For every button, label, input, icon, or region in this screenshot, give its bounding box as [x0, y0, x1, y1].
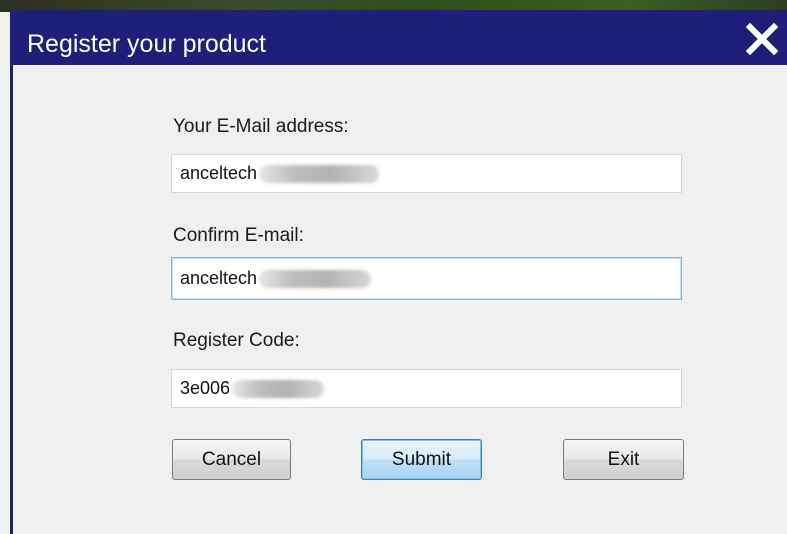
email-value: anceltech — [180, 163, 258, 183]
email-field[interactable]: anceltech — [171, 154, 682, 193]
email-label: Your E-Mail address: — [173, 116, 349, 137]
redacted-blur — [259, 270, 372, 289]
exit-button[interactable]: Exit — [563, 439, 684, 480]
close-button[interactable] — [745, 22, 779, 56]
redacted-blur — [259, 165, 380, 184]
title-bar[interactable]: Register your product — [10, 10, 787, 65]
confirm-email-field[interactable]: anceltech — [171, 257, 682, 300]
confirm-email-label: Confirm E-mail: — [173, 225, 304, 246]
register-code-field[interactable]: 3e006 — [171, 369, 682, 408]
register-code-value: 3e006 — [180, 378, 231, 398]
confirm-email-value: anceltech — [180, 268, 258, 288]
submit-button[interactable]: Submit — [361, 439, 482, 480]
redacted-blur — [232, 380, 325, 399]
dialog-title: Register your product — [27, 30, 267, 58]
register-code-label: Register Code: — [173, 330, 300, 351]
cancel-button[interactable]: Cancel — [172, 439, 291, 480]
close-icon — [745, 22, 779, 56]
